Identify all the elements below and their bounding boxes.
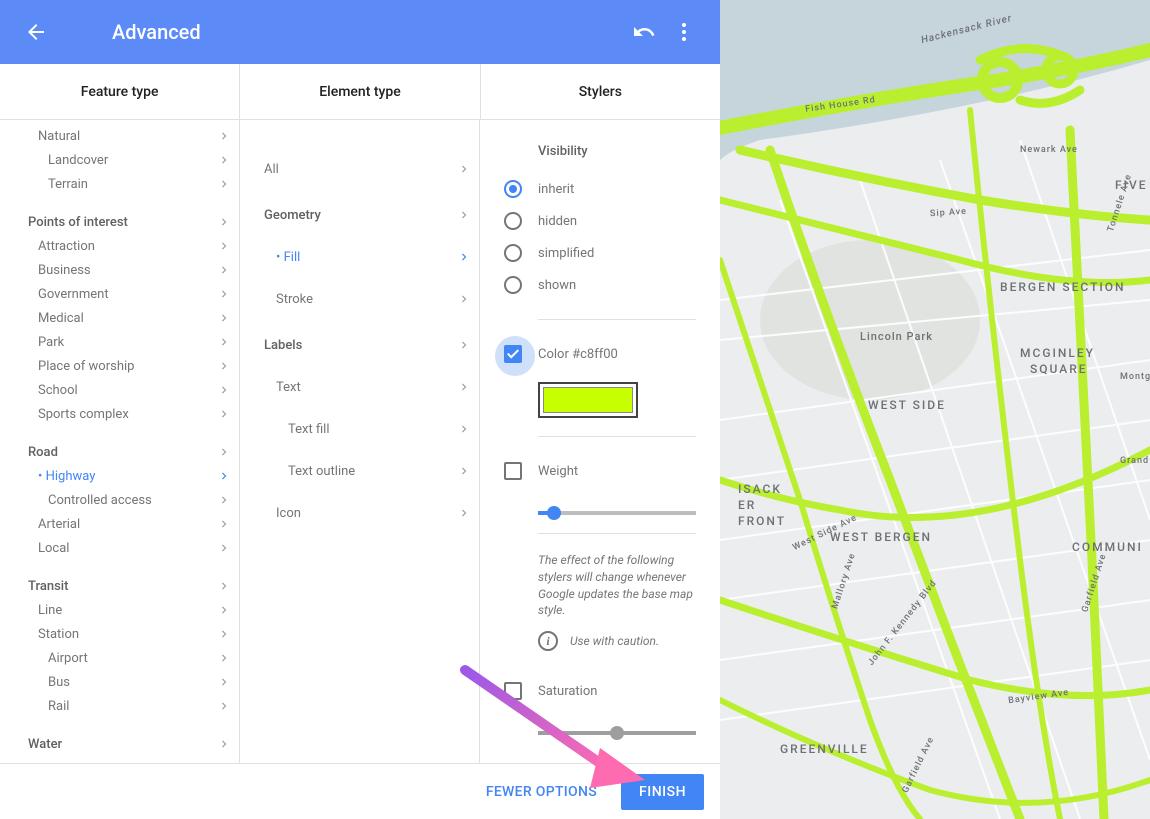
feature-item[interactable]: Place of worship	[0, 354, 239, 378]
color-swatch[interactable]	[538, 382, 638, 418]
element-item[interactable]: Text outline	[240, 450, 479, 492]
fewer-options-button[interactable]: FEWER OPTIONS	[474, 776, 609, 808]
element-item[interactable]: Text	[240, 366, 479, 408]
undo-button[interactable]	[624, 12, 664, 52]
element-item[interactable]: Geometry	[240, 194, 479, 236]
visibility-option-hidden[interactable]: hidden	[504, 205, 696, 237]
radio-icon	[504, 212, 522, 230]
back-button[interactable]	[16, 12, 56, 52]
element-item[interactable]: Labels	[240, 324, 479, 366]
map-preview[interactable]: Hackensack RiverFish House RdNewark AveS…	[720, 0, 1150, 819]
feature-item[interactable]: Attraction	[0, 234, 239, 258]
stylers-panel[interactable]: Visibility inherithiddensimplifiedshown …	[480, 120, 720, 763]
footer-actions: FEWER OPTIONS FINISH	[0, 763, 720, 819]
visibility-option-shown[interactable]: shown	[504, 269, 696, 301]
feature-item[interactable]: School	[0, 378, 239, 402]
feature-item[interactable]: Line	[0, 598, 239, 622]
feature-item[interactable]: Arterial	[0, 512, 239, 536]
color-checkbox[interactable]	[504, 345, 522, 363]
map-label: SQUARE	[1030, 362, 1088, 376]
map-label: FRONT	[738, 514, 786, 528]
finish-button[interactable]: FINISH	[621, 774, 704, 810]
feature-item[interactable]: Transit	[0, 574, 239, 598]
map-label: WEST SIDE	[868, 398, 946, 412]
tab-feature-type: Feature type	[0, 64, 240, 119]
feature-item[interactable]: Park	[0, 330, 239, 354]
feature-item[interactable]: Local	[0, 536, 239, 560]
element-item[interactable]: Stroke	[240, 278, 479, 320]
caution-text: The effect of the following stylers will…	[538, 552, 696, 619]
element-item[interactable]: Text fill	[240, 408, 479, 450]
map-label: Montg	[1120, 372, 1150, 382]
app-header: Advanced	[0, 0, 720, 64]
more-menu-button[interactable]	[664, 12, 704, 52]
map-label: FIVE C	[1115, 178, 1150, 192]
caution-line: i Use with caution.	[538, 631, 696, 651]
map-label: ER	[738, 498, 756, 512]
map-label: BERGEN SECTION	[1000, 280, 1126, 294]
feature-item[interactable]: Water	[0, 732, 239, 756]
feature-item[interactable]: Highway	[0, 464, 239, 488]
element-item[interactable]: Icon	[240, 492, 479, 534]
arrow-back-icon	[24, 20, 48, 44]
more-vert-icon	[672, 20, 696, 44]
map-label: Lincoln Park	[860, 330, 933, 343]
saturation-slider[interactable]	[538, 731, 696, 735]
feature-item[interactable]: Sports complex	[0, 402, 239, 426]
radio-icon	[504, 244, 522, 262]
feature-item[interactable]: Government	[0, 282, 239, 306]
page-title: Advanced	[112, 20, 201, 44]
undo-icon	[632, 20, 656, 44]
weight-slider[interactable]	[538, 511, 696, 515]
map-label: GREENVILLE	[780, 742, 869, 756]
feature-item[interactable]: Business	[0, 258, 239, 282]
info-icon: i	[538, 631, 558, 651]
visibility-option-inherit[interactable]: inherit	[504, 173, 696, 205]
weight-label: Weight	[538, 464, 578, 479]
map-label: Newark Ave	[1020, 145, 1078, 155]
feature-item[interactable]: Medical	[0, 306, 239, 330]
map-label: ISACK	[738, 482, 782, 496]
weight-checkbox-row[interactable]: Weight	[504, 455, 696, 487]
radio-icon	[504, 276, 522, 294]
visibility-option-simplified[interactable]: simplified	[504, 237, 696, 269]
column-headers: Feature type Element type Stylers	[0, 64, 720, 120]
feature-item[interactable]: Rail	[0, 694, 239, 718]
tab-element-type: Element type	[240, 64, 480, 119]
map-label: MCGINLEY	[1020, 346, 1095, 360]
saturation-checkbox[interactable]	[504, 682, 522, 700]
map-label: Grand	[1120, 456, 1149, 466]
feature-item[interactable]: Station	[0, 622, 239, 646]
map-label: WEST BERGEN	[830, 530, 932, 544]
feature-item[interactable]: Controlled access	[0, 488, 239, 512]
color-label: Color #c8ff00	[538, 347, 618, 362]
map-label: COMMUNI	[1072, 540, 1143, 554]
element-type-tree[interactable]: AllGeometryFillStrokeLabelsTextText fill…	[240, 120, 480, 763]
saturation-checkbox-row[interactable]: Saturation	[504, 675, 696, 707]
feature-item[interactable]: Road	[0, 440, 239, 464]
element-item[interactable]: All	[240, 148, 479, 190]
radio-icon	[504, 180, 522, 198]
color-checkbox-row[interactable]: Color #c8ff00	[504, 338, 696, 370]
saturation-label: Saturation	[538, 684, 597, 699]
visibility-section-title: Visibility	[538, 144, 696, 159]
weight-checkbox[interactable]	[504, 462, 522, 480]
element-item[interactable]: Fill	[240, 236, 479, 278]
feature-item[interactable]: Bus	[0, 670, 239, 694]
feature-item[interactable]: Points of interest	[0, 210, 239, 234]
feature-item[interactable]: Airport	[0, 646, 239, 670]
feature-item[interactable]: Landcover	[0, 148, 239, 172]
tab-stylers: Stylers	[481, 64, 720, 119]
feature-item[interactable]: Terrain	[0, 172, 239, 196]
feature-item[interactable]: Natural	[0, 124, 239, 148]
feature-type-tree[interactable]: NaturalLandcoverTerrain Points of interes…	[0, 120, 240, 763]
